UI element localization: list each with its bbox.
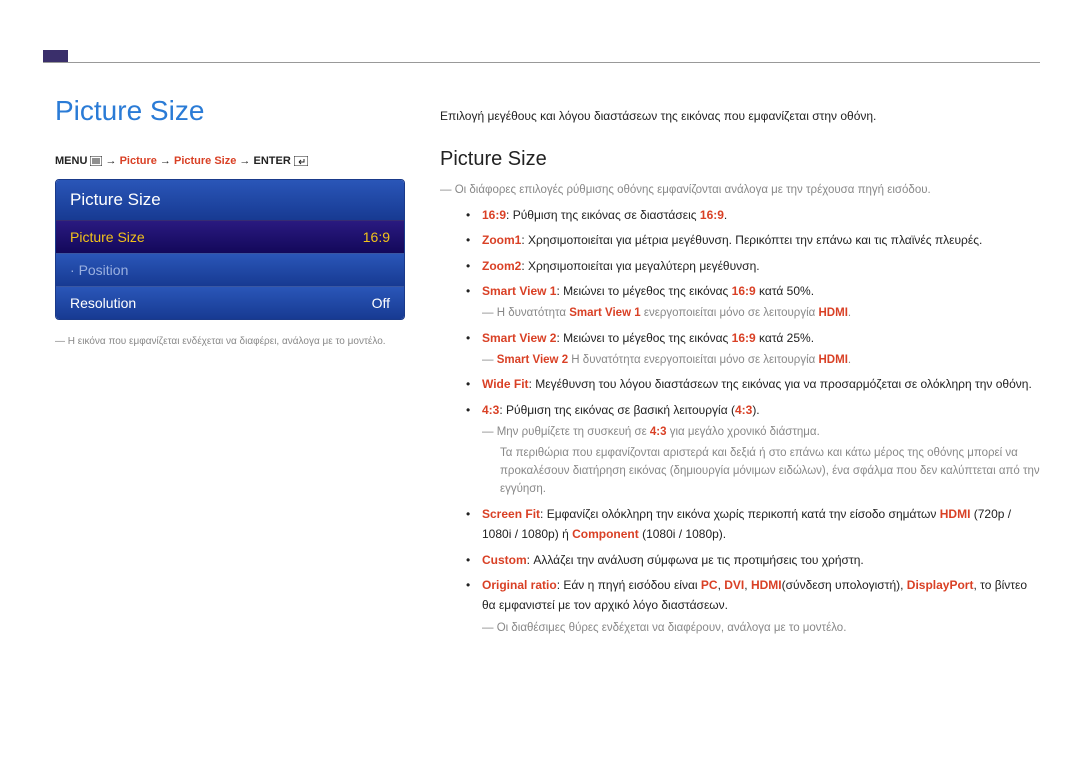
menu-icon [90,155,105,167]
sub-desc: Τα περιθώρια που εμφανίζονται αριστερά κ… [482,444,1040,499]
option-mid: 4:3 [735,403,752,417]
option-text: : Ρύθμιση της εικόνας σε διαστάσεις [506,208,700,222]
list-item: 16:9: Ρύθμιση της εικόνας σε διαστάσεις … [470,205,1040,225]
osd-row-picture-size[interactable]: Picture Size 16:9 [56,220,404,253]
osd-row-label: Position [70,262,128,278]
option-label: Custom [482,553,527,567]
option-text: : Χρησιμοποιείται για μεγαλύτερη μεγέθυν… [521,259,759,273]
option-text: : Μεγέθυνση του λόγου διαστάσεων της εικ… [529,377,1032,391]
top-note: Οι διάφορες επιλογές ρύθμισης οθόνης εμφ… [440,181,1040,201]
option-label: Smart View 2 [482,331,556,345]
option-mid: (σύνδεση υπολογιστή), [782,578,907,592]
osd-row-resolution[interactable]: Resolution Off [56,286,404,319]
option-hl4: DisplayPort [907,578,974,592]
note-pre: Μην ρυθμίζετε τη συσκευή σε [497,426,650,438]
list-item: Screen Fit: Εμφανίζει ολόκληρη την εικόν… [470,504,1040,545]
enter-icon [294,155,308,167]
list-item: Wide Fit: Μεγέθυνση του λόγου διαστάσεων… [470,374,1040,394]
option-hl2: DVI [724,578,744,592]
header-rule [43,62,1040,63]
osd-panel: Picture Size Picture Size 16:9 Position … [55,179,405,320]
note-hl2: HDMI [819,354,848,366]
list-item: 4:3: Ρύθμιση της εικόνας σε βασική λειτο… [470,400,1040,499]
nav-enter-label: ENTER [253,155,290,167]
option-tail: 16:9 [700,208,724,222]
intro-text: Επιλογή μεγέθους και λόγου διαστάσεων τη… [440,107,1040,126]
osd-row-label: Picture Size [70,229,145,245]
nav-picture: Picture [120,155,157,167]
option-text: : Μειώνει το μέγεθος της εικόνας [556,331,731,345]
option-label: Screen Fit [482,507,540,521]
option-end: ). [752,403,759,417]
option-text: : Ρύθμιση της εικόνας σε βασική λειτουργ… [499,403,735,417]
list-item: Smart View 2: Μειώνει το μέγεθος της εικ… [470,328,1040,370]
page-title: Picture Size [55,95,405,127]
option-text: : Εμφανίζει ολόκληρη την εικόνα χωρίς πε… [540,507,940,521]
note-end: . [848,307,851,319]
option-text: : Μειώνει το μέγεθος της εικόνας [556,284,731,298]
note-post: για μεγάλο χρονικό διάστημα. [667,426,820,438]
note-pre: Η δυνατότητα [497,307,570,319]
option-text: : Χρησιμοποιείται για μέτρια μεγέθυνση. … [521,233,982,247]
left-footnote: Η εικόνα που εμφανίζεται ενδέχεται να δι… [55,334,405,349]
left-column: Picture Size MENU → Picture → Picture Si… [55,95,405,642]
note-mid: ενεργοποιείται μόνο σε λειτουργία [641,307,819,319]
option-end: . [724,208,727,222]
list-item: Smart View 1: Μειώνει το μέγεθος της εικ… [470,281,1040,323]
list-item: Zoom2: Χρησιμοποιείται για μεγαλύτερη με… [470,256,1040,276]
osd-row-position[interactable]: Position [56,253,404,286]
list-item: Custom: Αλλάζει την ανάλυση σύμφωνα με τ… [470,550,1040,570]
option-hl1: PC [701,578,718,592]
note-end: . [848,354,851,366]
option-text2: κατά 50%. [756,284,814,298]
option-label: Zoom1 [482,233,521,247]
note-hl: Smart View 1 [569,307,640,319]
option-mid: 16:9 [732,284,756,298]
section-heading: Picture Size [440,148,1040,171]
list-item: Original ratio: Εάν η πηγή εισόδου είναι… [470,575,1040,637]
osd-title: Picture Size [56,180,404,220]
list-item: Zoom1: Χρησιμοποιείται για μέτρια μεγέθυ… [470,230,1040,250]
right-column: Επιλογή μεγέθους και λόγου διαστάσεων τη… [440,95,1040,642]
option-label: Smart View 1 [482,284,556,298]
nav-picture-size: Picture Size [174,155,236,167]
page-content: Picture Size MENU → Picture → Picture Si… [55,95,1040,642]
sep2: , [744,578,751,592]
osd-row-value: Off [372,295,390,311]
option-hl1: HDMI [940,507,971,521]
option-text: : Εάν η πηγή εισόδου είναι [557,578,701,592]
nav-menu-label: MENU [55,155,87,167]
note-hl: Smart View 2 [497,354,568,366]
note-mid: Η δυνατότητα ενεργοποιείται μόνο σε λειτ… [568,354,818,366]
options-list: 16:9: Ρύθμιση της εικόνας σε διαστάσεις … [440,205,1040,637]
option-label: 16:9 [482,208,506,222]
option-hl2: Component [572,527,639,541]
option-label: 4:3 [482,403,499,417]
breadcrumb: MENU → Picture → Picture Size → ENTER [55,155,405,167]
osd-row-label: Resolution [70,295,136,311]
option-mid: 16:9 [732,331,756,345]
option-end: (1080i / 1080p). [639,527,726,541]
sub-note: Smart View 2 Η δυνατότητα ενεργοποιείται… [482,351,1040,369]
note-hl: 4:3 [650,426,667,438]
sub-note: Μην ρυθμίζετε τη συσκευή σε 4:3 για μεγά… [482,423,1040,441]
note-hl2: HDMI [819,307,848,319]
option-text: : Αλλάζει την ανάλυση σύμφωνα με τις προ… [527,553,864,567]
sub-note: Η δυνατότητα Smart View 1 ενεργοποιείται… [482,304,1040,322]
option-label: Wide Fit [482,377,529,391]
osd-row-value: 16:9 [363,229,390,245]
option-label: Original ratio [482,578,557,592]
option-text2: κατά 25%. [756,331,814,345]
option-label: Zoom2 [482,259,521,273]
option-hl3: HDMI [751,578,782,592]
sub-note: Οι διαθέσιμες θύρες ενδέχεται να διαφέρο… [482,619,1040,637]
